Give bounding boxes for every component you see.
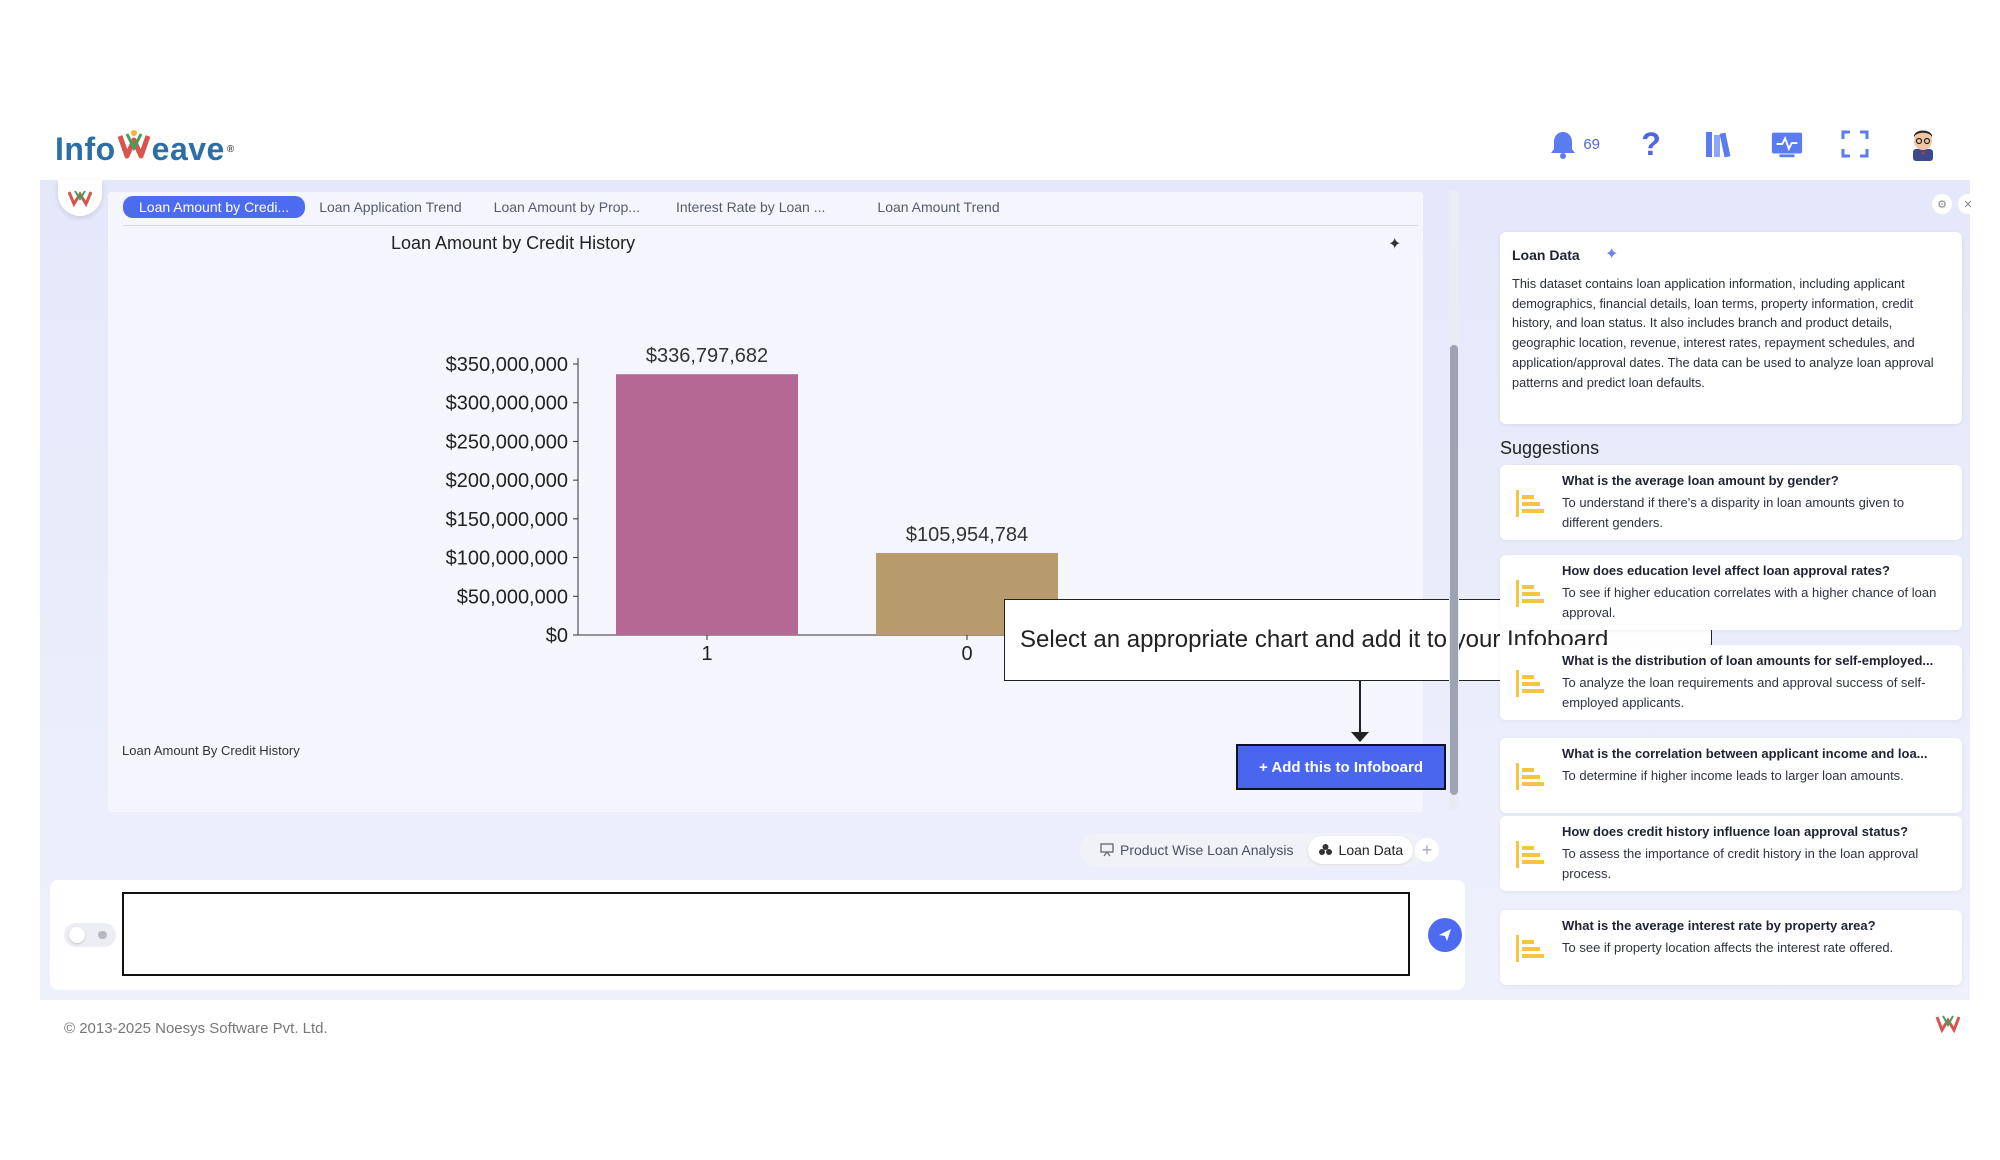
close-icon[interactable]: ✕ — [1958, 194, 1978, 214]
tab-loan-amount-by-credit[interactable]: Loan Amount by Credi... — [123, 196, 306, 218]
notifications-button[interactable]: 69 — [1546, 127, 1600, 161]
settings-toggle-icon[interactable]: ⚙ — [1932, 194, 1952, 214]
suggestion-card[interactable]: What is the average loan amount by gende… — [1500, 465, 1962, 540]
bar-list-icon — [1516, 935, 1544, 962]
dataset-card: Loan Data ✦ This dataset contains loan a… — [1500, 232, 1962, 424]
dataset-title: Loan Data — [1512, 247, 1580, 263]
chart-tabs: Loan Amount by Credi... Loan Application… — [123, 196, 1014, 218]
help-icon: ? — [1641, 125, 1661, 162]
suggestion-question: What is the correlation between applican… — [1562, 746, 1928, 761]
send-icon — [1439, 929, 1451, 941]
assistant-avatar — [58, 180, 102, 216]
y-tick-label: $50,000,000 — [457, 586, 568, 608]
toggle-knob — [69, 927, 85, 943]
y-tick-label: $100,000,000 — [446, 548, 568, 570]
workspace: Loan Amount by Credi... Loan Application… — [40, 180, 1978, 1000]
callout-arrow-head — [1351, 732, 1369, 742]
dataset-tabs: Product Wise Loan Analysis Loan Data — [1080, 833, 1424, 867]
y-tick-label: $150,000,000 — [446, 509, 568, 531]
add-to-infoboard-button[interactable]: + Add this to Infoboard — [1236, 744, 1446, 790]
logo-mark-icon — [117, 128, 151, 170]
app-window: Info eave ® 69 ? Loan Amount by Credi...… — [40, 115, 1978, 1005]
tab-loan-application-trend[interactable]: Loan Application Trend — [305, 196, 475, 218]
suggestion-question: How does credit history influence loan a… — [1562, 824, 1909, 839]
library-icon — [1706, 132, 1731, 158]
suggestion-description: To assess the importance of credit histo… — [1562, 846, 1919, 881]
bar-list-icon — [1516, 490, 1544, 517]
send-button[interactable] — [1428, 918, 1462, 952]
avatar-icon — [1913, 130, 1933, 161]
suggestion-description: To see if property location affects the … — [1562, 940, 1894, 955]
tab-loan-amount-trend[interactable]: Loan Amount Trend — [863, 196, 1013, 218]
suggestion-card[interactable]: What is the correlation between applican… — [1500, 738, 1962, 813]
user-avatar[interactable] — [1906, 127, 1940, 161]
monitor-button[interactable] — [1770, 127, 1804, 161]
notification-count: 69 — [1583, 135, 1600, 153]
library-button[interactable] — [1702, 127, 1736, 161]
bell-icon — [1546, 127, 1580, 161]
scrollbar-thumb[interactable] — [1450, 345, 1458, 795]
bar-list-icon — [1516, 763, 1544, 790]
info-sidebar: ⚙ ✕ Loan Data ✦ This dataset contains lo… — [1490, 180, 1978, 1000]
suggestion-description: To see if higher education correlates wi… — [1562, 585, 1937, 620]
chart-footnote: Loan Amount By Credit History — [122, 743, 300, 758]
add-dataset-button[interactable]: + — [1415, 838, 1439, 862]
y-tick-label: $250,000,000 — [446, 431, 568, 453]
y-tick-label: $200,000,000 — [446, 470, 568, 492]
y-tick-label: $300,000,000 — [446, 393, 568, 415]
suggestion-description: To determine if higher income leads to l… — [1562, 768, 1904, 783]
header-bar: Info eave ® 69 ? — [40, 115, 1970, 180]
chart-title: Loan Amount by Credit History — [391, 233, 636, 253]
fullscreen-icon — [1841, 130, 1869, 158]
tab-divider — [123, 225, 1418, 226]
toggle-chat-icon — [98, 931, 107, 939]
suggestion-description: To understand if there's a disparity in … — [1562, 495, 1905, 530]
y-tick-label: $350,000,000 — [446, 354, 568, 376]
dataset-icon — [1318, 844, 1332, 855]
suggestion-question: What is the distribution of loan amounts… — [1562, 653, 1934, 668]
x-tick-label: 1 — [701, 643, 712, 665]
suggestion-description: To analyze the loan requirements and app… — [1562, 675, 1926, 710]
suggestions-heading: Suggestions — [1500, 438, 1600, 458]
chat-input[interactable] — [122, 892, 1410, 976]
x-tick-label: 0 — [961, 643, 972, 665]
suggestion-question: What is the average loan amount by gende… — [1562, 473, 1839, 488]
bar-list-icon — [1516, 841, 1544, 868]
suggestion-card[interactable]: What is the average interest rate by pro… — [1500, 910, 1962, 985]
bar-list-icon — [1516, 580, 1544, 607]
assistant-logo-icon — [67, 190, 93, 207]
callout-arrow-line — [1359, 681, 1361, 736]
dataset-tab-loan-data[interactable]: Loan Data — [1307, 836, 1414, 864]
suggestion-question: How does education level affect loan app… — [1562, 563, 1890, 578]
data-label: $105,954,784 — [906, 524, 1028, 546]
footer-logo-icon — [1935, 1013, 1961, 1040]
sparkle-icon: ✦ — [1605, 246, 1619, 263]
fullscreen-button[interactable] — [1838, 127, 1872, 161]
dataset-tab-product-wise[interactable]: Product Wise Loan Analysis — [1090, 836, 1304, 864]
suggestion-card[interactable]: How does education level affect loan app… — [1500, 555, 1962, 630]
chart-card: Loan Amount by Credi... Loan Application… — [108, 192, 1712, 812]
chat-input-card — [50, 880, 1465, 990]
help-button[interactable]: ? — [1634, 125, 1668, 162]
data-label: $336,797,682 — [646, 345, 768, 367]
infoveave-logo[interactable]: Info eave ® — [55, 129, 235, 169]
presentation-icon — [1100, 843, 1114, 857]
tab-interest-rate-by-loan[interactable]: Interest Rate by Loan ... — [662, 196, 839, 218]
bar — [616, 374, 798, 635]
suggestion-question: What is the average interest rate by pro… — [1562, 918, 1876, 933]
ai-sparkle-icon[interactable]: ✦ — [1388, 234, 1401, 254]
suggestion-card[interactable]: What is the distribution of loan amounts… — [1500, 645, 1962, 720]
y-tick-label: $0 — [546, 625, 568, 647]
copyright: © 2013-2025 Noesys Software Pvt. Ltd. — [64, 1020, 328, 1037]
suggestion-card[interactable]: How does credit history influence loan a… — [1500, 816, 1962, 891]
bar-list-icon — [1516, 670, 1544, 697]
monitor-icon — [1771, 132, 1803, 158]
chat-pane: Loan Amount by Credi... Loan Application… — [40, 180, 1712, 1000]
mode-toggle[interactable] — [64, 923, 116, 947]
dataset-description: This dataset contains loan application i… — [1512, 276, 1934, 390]
tab-loan-amount-by-property[interactable]: Loan Amount by Prop... — [480, 196, 654, 218]
